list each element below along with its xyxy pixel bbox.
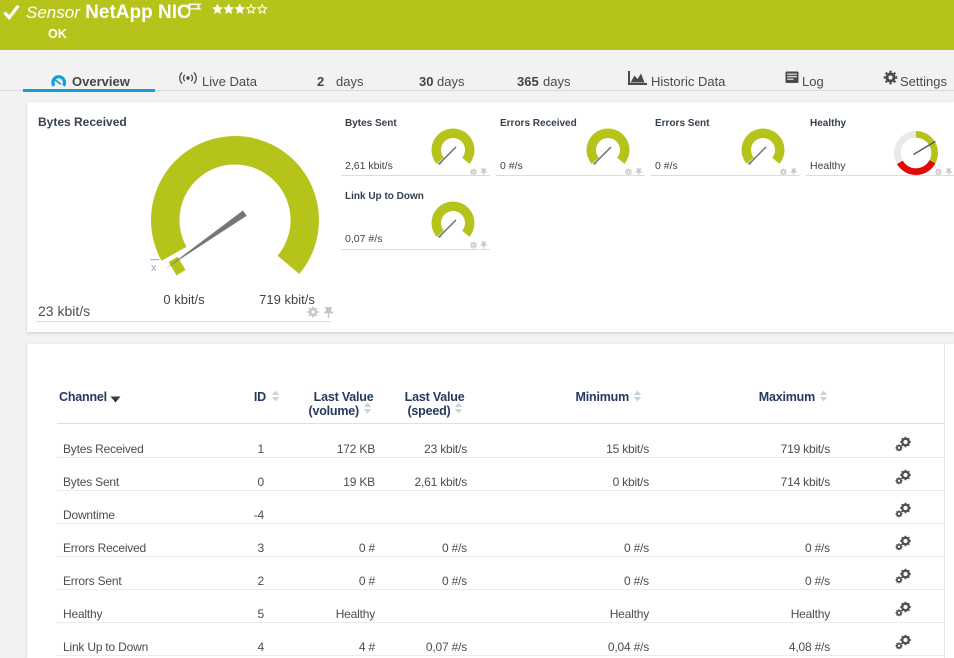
svg-text:x: x — [151, 262, 157, 274]
